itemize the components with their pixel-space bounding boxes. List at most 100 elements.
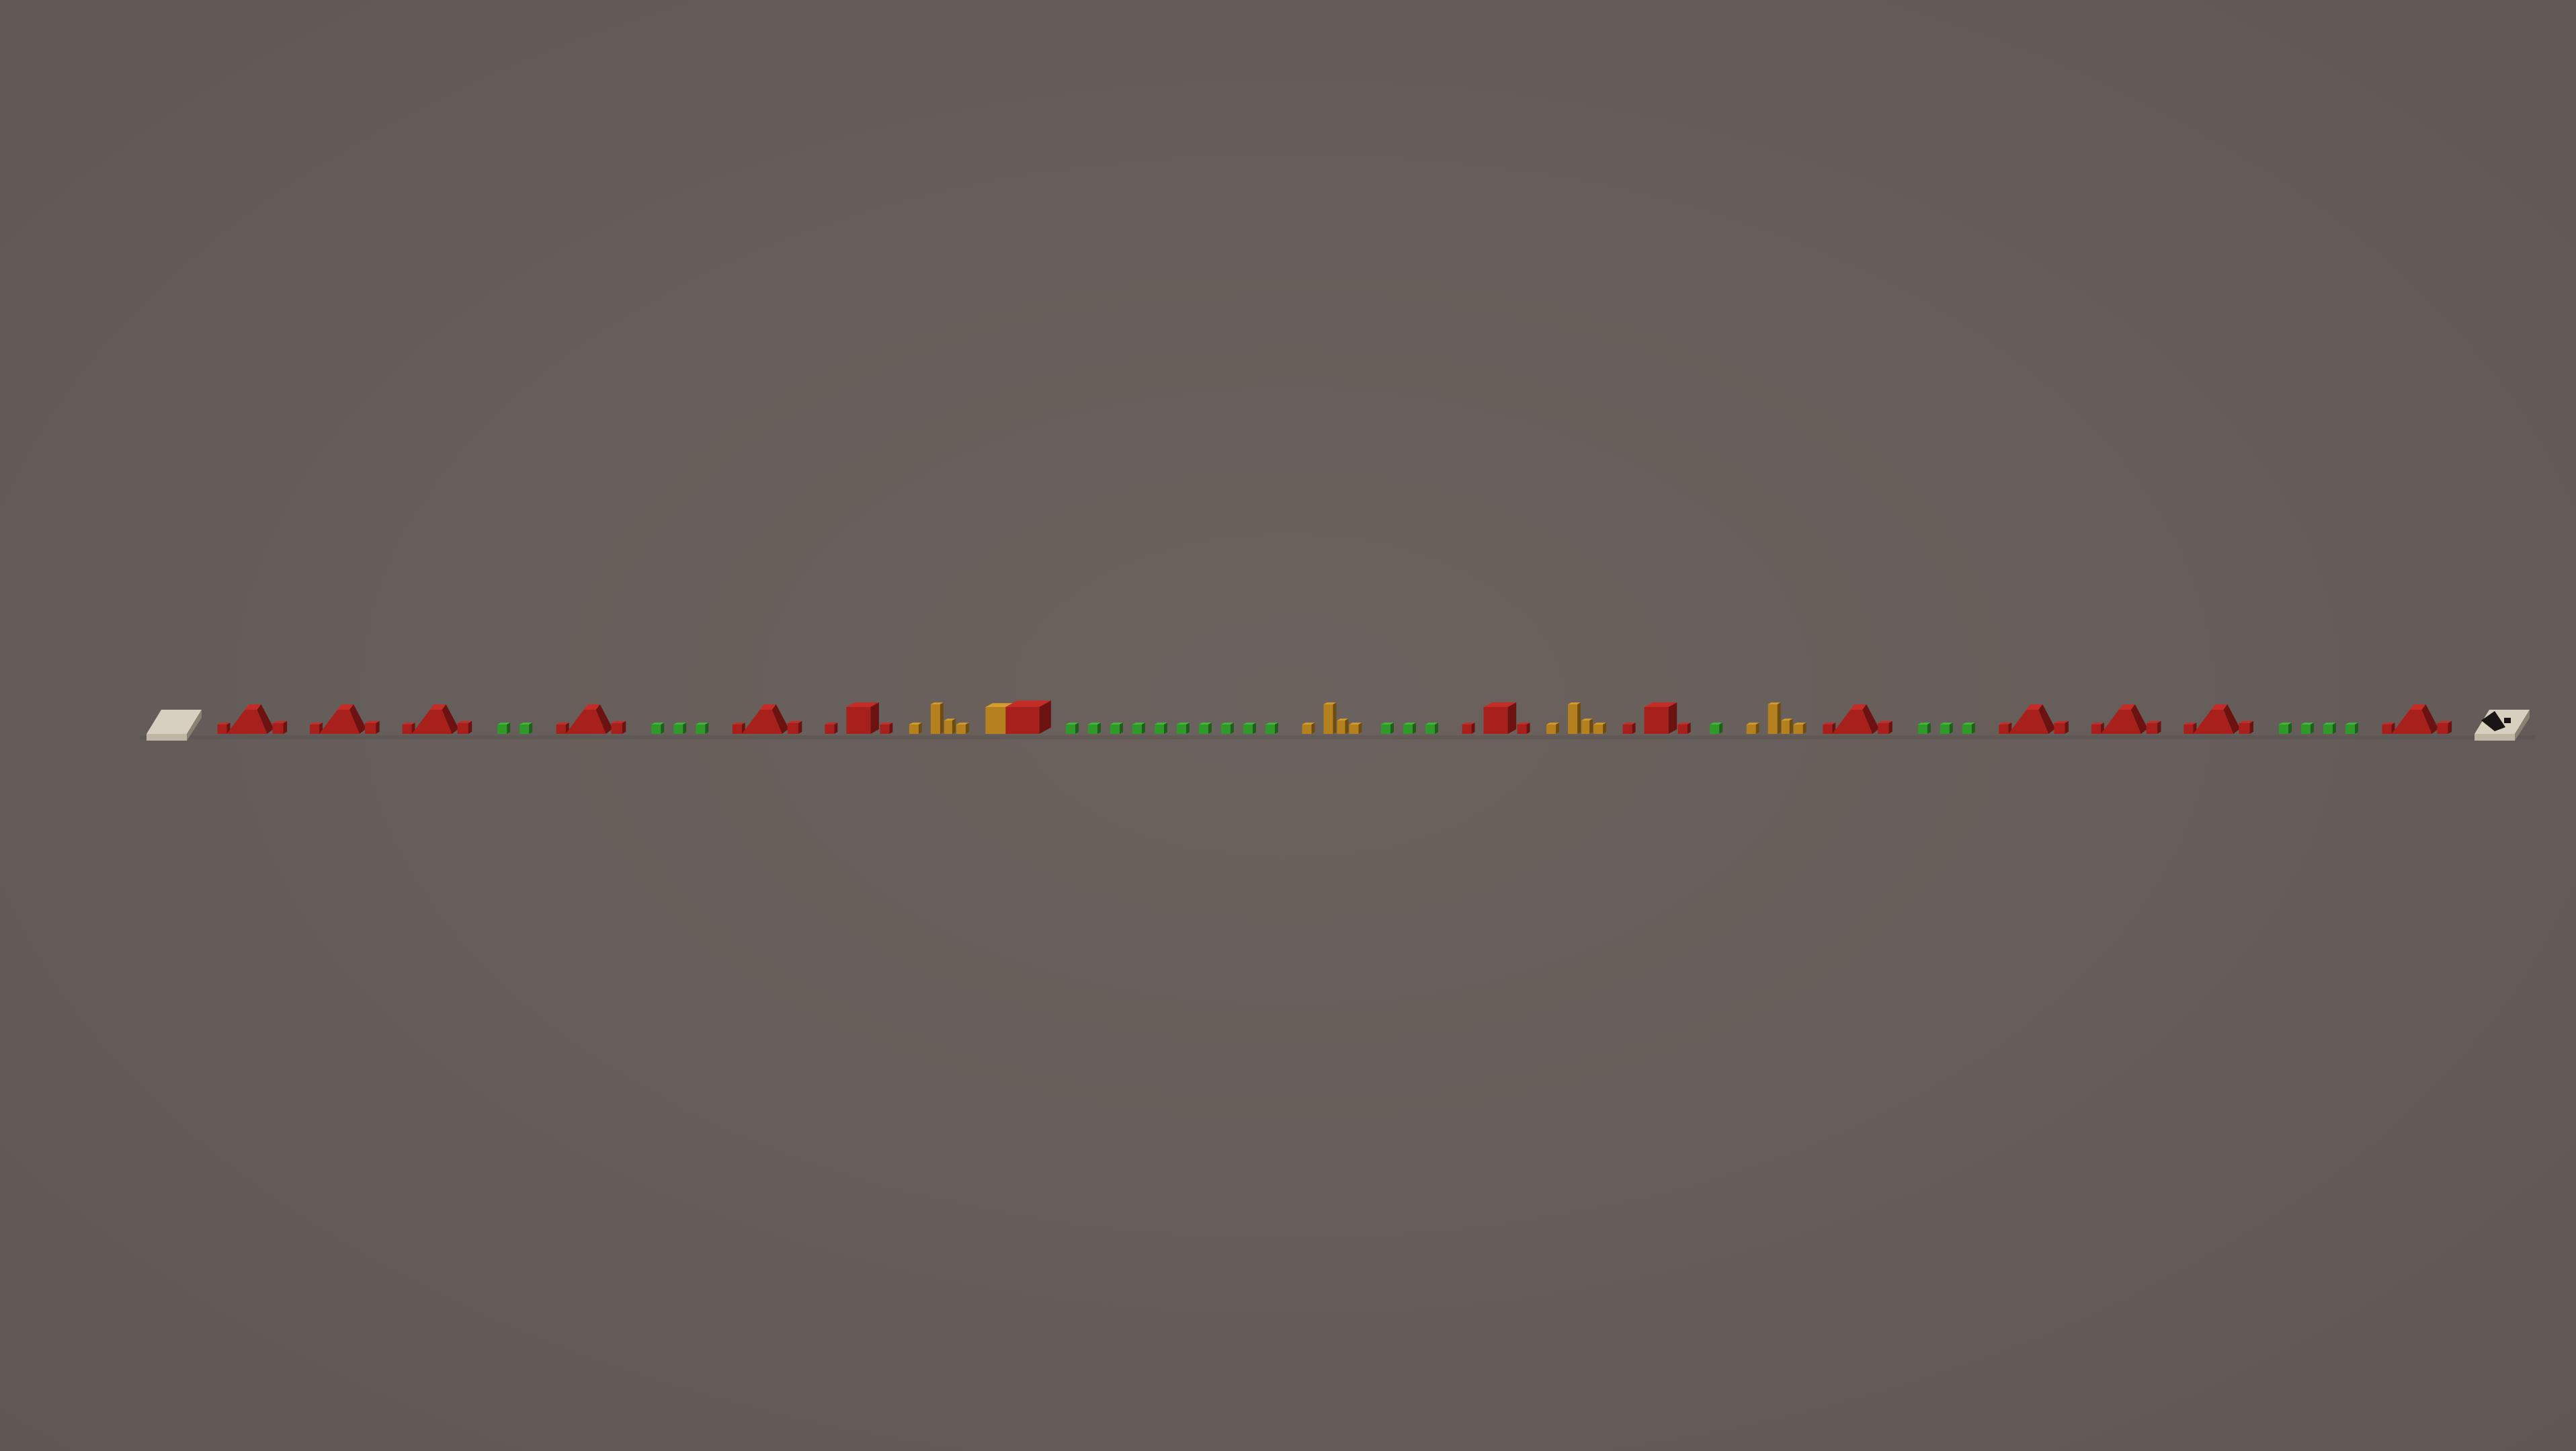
- obstacle-cube: [1517, 722, 1530, 734]
- pickup-cube: [1243, 722, 1256, 734]
- obstacle-cube: [1302, 722, 1315, 734]
- obstacle-cube: [1593, 722, 1607, 734]
- segment-obstacle-cluster: [310, 704, 380, 734]
- segment-obstacle-cluster: [1999, 704, 2069, 734]
- segment-obstacle-cluster: [909, 702, 969, 734]
- segment-obstacle-cluster: [825, 702, 893, 734]
- segment-checkpoint-block: [985, 700, 1051, 734]
- segment-obstacle-cluster: [2091, 704, 2161, 734]
- obstacle-cube: [1677, 722, 1691, 734]
- segment-pickup-row: [651, 722, 709, 734]
- obstacle-cube: [787, 720, 802, 734]
- pickup-cube: [696, 722, 709, 734]
- segment-obstacle-cluster: [1462, 702, 1530, 734]
- pickup-cube: [1265, 722, 1278, 734]
- segment-pickup-row: [1065, 722, 1278, 734]
- pickup-cube: [1962, 722, 1975, 734]
- segment-obstacle-cluster: [732, 704, 802, 734]
- checkpoint-block-main: [1005, 700, 1051, 734]
- segment-obstacle-cluster: [1746, 702, 1806, 734]
- obstacle-block: [846, 702, 879, 734]
- obstacle-cube: [1581, 718, 1593, 734]
- obstacle-cube: [1349, 722, 1362, 734]
- segment-obstacle-cluster: [2184, 704, 2253, 734]
- segment-obstacle-cluster: [2382, 704, 2452, 734]
- obstacle-ramp: [1832, 704, 1880, 734]
- segment-obstacle-cluster: [1546, 702, 1607, 734]
- obstacle-ramp: [2100, 704, 2148, 734]
- segment-pickup-row: [1381, 722, 1438, 734]
- game-viewport[interactable]: [0, 0, 2576, 1451]
- obstacle-ramp: [565, 704, 613, 734]
- obstacle-ramp: [226, 704, 274, 734]
- obstacle-cube: [2054, 720, 2069, 734]
- pickup-cube: [1154, 722, 1167, 734]
- obstacle-ramp: [2193, 704, 2241, 734]
- obstacle-cube: [272, 720, 288, 734]
- pickup-cube: [2300, 722, 2314, 734]
- obstacle-block: [1483, 702, 1517, 734]
- course-track: [0, 0, 2576, 1451]
- obstacle-spire: [1568, 702, 1581, 734]
- segment-pickup-row: [1917, 722, 1975, 734]
- obstacle-ramp: [319, 704, 367, 734]
- obstacle-ramp: [741, 704, 789, 734]
- obstacle-ramp: [2008, 704, 2056, 734]
- obstacle-cube: [1793, 722, 1806, 734]
- pickup-cube: [2323, 722, 2336, 734]
- obstacle-cube: [611, 720, 626, 734]
- obstacle-ramp: [411, 704, 459, 734]
- pickup-cube: [1198, 722, 1212, 734]
- obstacle-cube: [1622, 722, 1636, 734]
- ground-shadow: [140, 735, 2535, 739]
- segment-obstacle-cluster: [1302, 702, 1362, 734]
- obstacle-cube: [2239, 720, 2253, 734]
- pickup-cube: [1065, 722, 1079, 734]
- pickup-cube: [651, 722, 665, 734]
- pickup-cube: [2345, 722, 2358, 734]
- segment-obstacle-cluster: [556, 704, 626, 734]
- obstacle-cube: [2146, 720, 2161, 734]
- obstacle-cube: [825, 722, 838, 734]
- obstacle-spire: [1768, 702, 1781, 734]
- segment-obstacle-cluster: [402, 704, 472, 734]
- obstacle-cube: [944, 718, 956, 734]
- obstacle-cube: [1337, 718, 1349, 734]
- obstacle-cube: [457, 720, 472, 734]
- obstacle-cube: [365, 720, 380, 734]
- obstacle-cube: [1462, 722, 1475, 734]
- obstacle-cube: [1746, 722, 1759, 734]
- obstacle-cube: [880, 722, 893, 734]
- obstacle-ramp: [2391, 704, 2439, 734]
- obstacle-cube: [1546, 722, 1560, 734]
- pickup-cube: [1710, 722, 1723, 734]
- obstacle-cube: [2437, 720, 2452, 734]
- segment-pickup-row: [1710, 722, 1723, 734]
- segment-pickup-row: [2278, 722, 2358, 734]
- pickup-cube: [1381, 722, 1394, 734]
- obstacle-spire: [930, 702, 944, 734]
- obstacle-block: [1644, 702, 1677, 734]
- pickup-cube: [1403, 722, 1416, 734]
- obstacle-cube: [909, 722, 922, 734]
- pickup-cube: [1917, 722, 1931, 734]
- pickup-cube: [2278, 722, 2292, 734]
- obstacle-cube: [1781, 718, 1793, 734]
- obstacle-cube: [1878, 720, 1893, 734]
- obstacle-cube: [956, 722, 969, 734]
- pickup-cube: [1110, 722, 1123, 734]
- pickup-cube: [1940, 722, 1953, 734]
- pickup-cube: [1087, 722, 1101, 734]
- pickup-cube: [1132, 722, 1145, 734]
- segment-obstacle-cluster: [1823, 704, 1893, 734]
- course-strip: [140, 700, 2535, 741]
- pickup-cube: [1176, 722, 1190, 734]
- pickup-cube: [520, 722, 533, 734]
- obstacle-spire: [1323, 702, 1337, 734]
- segment-pickup-row: [497, 722, 533, 734]
- segment-obstacle-cluster: [217, 704, 288, 734]
- pickup-cube: [673, 722, 687, 734]
- course-svg: [140, 700, 2535, 741]
- pickup-cube: [1220, 722, 1234, 734]
- pickup-cube: [497, 722, 511, 734]
